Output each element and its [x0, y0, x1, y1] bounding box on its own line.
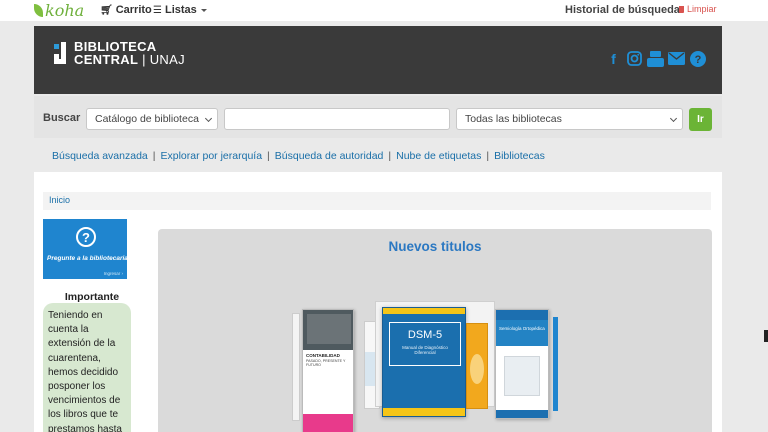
separator: |	[267, 150, 270, 162]
library-title-unaj: UNAJ	[149, 52, 185, 67]
cover-frame: DSM-5 Manual de Diagnóstico Diferencial	[389, 322, 461, 366]
search-label: Buscar	[43, 112, 81, 124]
notice-line: prestamos hasta	[48, 423, 122, 432]
cover-title: Semiología Ortopédica	[499, 326, 545, 331]
ask-librarian-text: Pregunte a la bibliotecaria	[47, 255, 128, 262]
notice-line: hemos decidido	[48, 366, 119, 378]
unaj-logo-icon	[54, 42, 66, 64]
book-cover[interactable]	[466, 323, 488, 409]
notice-line: los libros que te	[48, 409, 119, 421]
cover-header: Semiología Ortopédica	[496, 320, 548, 346]
caret-down-icon	[200, 8, 207, 12]
cover-title: DSM-5	[407, 329, 443, 341]
cart-link[interactable]: 🛒︎ Carrito	[100, 0, 152, 20]
book-cover-semiologia[interactable]: Semiología Ortopédica	[495, 309, 549, 419]
cover-subtitle: PASADO, PRESENTE Y FUTURO	[306, 359, 346, 367]
notice-line: posponer los	[48, 381, 106, 393]
search-go-button[interactable]: Ir	[689, 108, 712, 131]
book-cover-contabilidad[interactable]: CONTABILIDAD PASADO, PRESENTE Y FUTURO	[302, 309, 354, 432]
separator: |	[388, 150, 392, 162]
catalog-select-value: Catálogo de biblioteca	[95, 113, 199, 125]
list-icon: ☰	[153, 4, 162, 16]
notice-line: cuarentena,	[48, 352, 101, 364]
lists-label: Listas	[164, 4, 197, 16]
ask-librarian-banner[interactable]: ? Pregunte a la bibliotecaria Ingresar ›	[43, 219, 128, 279]
search-history-link[interactable]: Historial de búsqueda	[565, 0, 680, 20]
book-cover[interactable]	[292, 313, 300, 421]
top-navbar: koha 🛒︎ Carrito ☰ Listas Historial de bú…	[0, 0, 768, 21]
trash-icon	[679, 5, 684, 13]
chevron-down-icon	[204, 114, 213, 123]
library-select[interactable]: Todas las bibliotecas	[456, 108, 683, 130]
cover-band	[496, 310, 548, 320]
koha-logo[interactable]: koha	[34, 0, 84, 20]
cover-illustration	[504, 356, 540, 396]
cover-band	[303, 414, 353, 432]
cover-band	[383, 308, 465, 314]
youtube-icon[interactable]	[647, 50, 664, 67]
ask-librarian-enter: Ingresar ›	[103, 271, 123, 276]
book-cover-dsm5[interactable]: DSM-5 Manual de Diagnóstico Diferencial	[382, 307, 466, 417]
notice-line: extensión de la	[48, 338, 116, 350]
breadcrumb: Inicio	[43, 192, 711, 210]
browse-hierarchy-link[interactable]: Explorar por jerarquía	[160, 150, 262, 162]
mail-icon[interactable]	[668, 50, 685, 67]
cover-subtitle: Manual de Diagnóstico Diferencial	[402, 345, 448, 355]
catalog-select[interactable]: Catálogo de biblioteca	[86, 108, 218, 130]
library-select-value: Todas las bibliotecas	[465, 113, 562, 125]
main-content: Inicio ? Pregunte a la bibliotecaria Ing…	[34, 172, 722, 432]
separator: |	[152, 150, 156, 162]
library-title-central: CENTRAL	[74, 52, 139, 67]
svg-text:?: ?	[694, 54, 701, 66]
breadcrumb-home-link[interactable]: Inicio	[49, 195, 70, 205]
help-icon[interactable]: ?	[689, 50, 706, 67]
more-searches-nav: Búsqueda avanzada | Explorar por jerarqu…	[52, 150, 545, 162]
tag-cloud-link[interactable]: Nube de etiquetas	[396, 150, 481, 162]
question-icon: ?	[76, 227, 96, 247]
leaf-icon	[34, 3, 43, 17]
cover-band	[383, 408, 465, 416]
cover-graphic	[470, 354, 484, 384]
koha-logo-text: koha	[45, 0, 85, 20]
chevron-down-icon	[669, 114, 678, 123]
library-title[interactable]: BIBLIOTECA CENTRAL | UNAJ	[74, 40, 185, 66]
cover-photo-detail	[307, 314, 351, 344]
clear-history-link[interactable]: Limpiar	[679, 0, 717, 18]
facebook-icon[interactable]: f	[605, 50, 622, 67]
search-bar: Buscar Catálogo de biblioteca Todas las …	[34, 96, 722, 138]
authority-search-link[interactable]: Búsqueda de autoridad	[275, 150, 384, 162]
social-links: f ?	[605, 50, 706, 67]
library-banner: BIBLIOTECA CENTRAL | UNAJ f ?	[34, 26, 722, 94]
new-titles-heading: Nuevos titulos	[388, 239, 482, 254]
cover-band	[496, 410, 548, 418]
new-titles-carousel: Nuevos titulos CONTABILIDAD PASADO, PRES…	[158, 229, 712, 432]
notice-line: cuenta la	[48, 324, 89, 336]
advanced-search-link[interactable]: Búsqueda avanzada	[52, 150, 148, 162]
search-input[interactable]	[224, 108, 450, 130]
book-cover[interactable]	[553, 317, 558, 411]
libraries-link[interactable]: Bibliotecas	[494, 150, 545, 162]
important-title: Importante	[64, 291, 120, 303]
lists-dropdown[interactable]: ☰ Listas	[153, 0, 207, 20]
cover-photo	[303, 310, 353, 350]
cover-title: CONTABILIDAD	[306, 353, 340, 358]
notice-line: vencimientos de	[48, 395, 121, 407]
scroll-arrow[interactable]	[764, 330, 768, 342]
cart-label: Carrito	[115, 4, 152, 16]
notice-line: Teniendo en	[48, 310, 103, 321]
clear-label: Limpiar	[687, 4, 717, 14]
important-notice: Teniendo en cuenta la extensión de la cu…	[43, 303, 131, 432]
separator: |	[486, 150, 490, 162]
cart-icon: 🛒︎	[100, 4, 113, 16]
instagram-icon[interactable]	[626, 50, 643, 67]
